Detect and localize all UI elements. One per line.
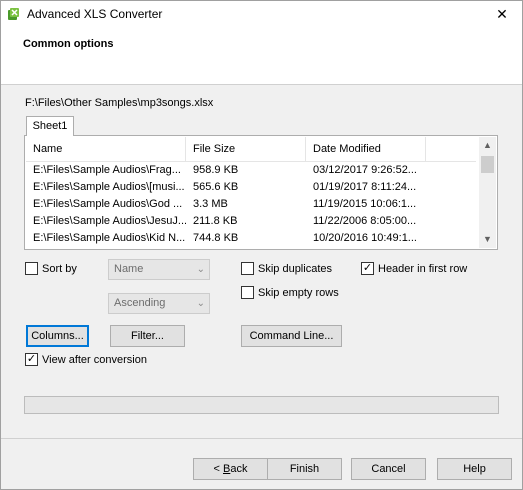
back-button[interactable]: < Back (193, 458, 268, 480)
cell-date: 10/20/2016 10:49:1... (313, 232, 417, 244)
cell-name: E:\Files\Sample Audios\[musi... (33, 181, 185, 193)
vertical-scrollbar[interactable]: ▲ ▼ (479, 137, 496, 248)
table-row[interactable]: E:\Files\Sample Audios\Kid N... 744.8 KB… (26, 230, 476, 247)
table-row[interactable]: E:\Files\Sample Audios\God ... 3.3 MB 11… (26, 196, 476, 213)
column-header-name[interactable]: Name (26, 137, 186, 161)
cell-date: 01/19/2017 8:11:24... (313, 181, 417, 193)
title-bar: Advanced XLS Converter ✕ (1, 1, 522, 28)
footer-divider (1, 438, 522, 439)
cell-size: 565.6 KB (193, 181, 239, 193)
skip-duplicates-checkbox[interactable]: Skip duplicates (241, 262, 332, 275)
app-icon (8, 8, 19, 20)
cell-size: 958.9 KB (193, 164, 239, 176)
wizard-header: Common options (1, 28, 522, 85)
sort-by-label: Sort by (42, 262, 77, 275)
view-after-conversion-checkbox[interactable]: ✓ View after conversion (25, 353, 147, 366)
cell-name: E:\Files\Sample Audios\Kid N... (33, 232, 186, 244)
header-first-row-label: Header in first row (378, 262, 468, 275)
help-button[interactable]: Help (437, 458, 512, 480)
skip-duplicates-check-box[interactable] (241, 262, 254, 275)
sort-by-check-box[interactable] (25, 262, 38, 275)
columns-button[interactable]: Columns... (26, 325, 89, 347)
file-path-label: F:\Files\Other Samples\mp3songs.xlsx (25, 97, 214, 109)
header-first-row-checkbox[interactable]: ✓ Header in first row (361, 262, 467, 275)
sort-order-select[interactable]: Ascending ⌄ (108, 293, 210, 314)
grid-header: Name File Size Date Modified (26, 137, 476, 162)
chevron-down-icon: ⌄ (196, 264, 205, 275)
skip-empty-rows-checkbox[interactable]: Skip empty rows (241, 286, 339, 299)
cell-date: 11/19/2015 10:06:1... (313, 198, 417, 210)
check-icon[interactable]: ✓ (361, 262, 374, 275)
close-icon[interactable]: ✕ (482, 1, 522, 28)
cell-size: 3.3 MB (193, 198, 228, 210)
app-window: Advanced XLS Converter ✕ Common options … (0, 0, 523, 490)
preview-grid[interactable]: Name File Size Date Modified E:\Files\Sa… (26, 137, 476, 248)
page-title: Common options (23, 38, 114, 50)
skip-empty-rows-check-box[interactable] (241, 286, 254, 299)
check-icon[interactable]: ✓ (25, 353, 38, 366)
column-header-date-modified[interactable]: Date Modified (306, 137, 426, 161)
scroll-thumb[interactable] (481, 156, 494, 173)
cell-date: 03/12/2017 9:26:52... (313, 164, 417, 176)
cancel-button[interactable]: Cancel (351, 458, 426, 480)
table-row[interactable]: E:\Files\Sample Audios\Frag... 958.9 KB … (26, 162, 476, 179)
column-header-file-size[interactable]: File Size (186, 137, 306, 161)
command-line-button[interactable]: Command Line... (241, 325, 342, 347)
sort-order-value: Ascending (114, 297, 166, 309)
chevron-down-icon: ⌄ (196, 298, 205, 309)
cell-name: E:\Files\Sample Audios\Frag... (33, 164, 181, 176)
cell-date: 11/22/2006 8:05:00... (313, 215, 417, 227)
cell-name: E:\Files\Sample Audios\God ... (33, 198, 183, 210)
cell-name: E:\Files\Sample Audios\JesuJ... (33, 215, 186, 227)
cell-size: 211.8 KB (193, 215, 238, 227)
sheet-preview-panel: Name File Size Date Modified E:\Files\Sa… (24, 135, 498, 250)
column-header-filler (426, 137, 476, 161)
tab-sheet1[interactable]: Sheet1 (26, 116, 74, 136)
cell-size: 744.8 KB (193, 232, 239, 244)
filter-button[interactable]: Filter... (110, 325, 185, 347)
sort-by-checkbox[interactable]: Sort by (25, 262, 77, 275)
back-button-label: ack (230, 463, 248, 475)
sort-field-select[interactable]: Name ⌄ (108, 259, 210, 280)
view-after-conversion-label: View after conversion (42, 353, 147, 366)
window-title: Advanced XLS Converter (27, 7, 163, 21)
scroll-up-icon[interactable]: ▲ (479, 137, 496, 154)
scroll-down-icon[interactable]: ▼ (479, 231, 496, 248)
sort-field-value: Name (114, 263, 144, 275)
conversion-progress-bar (24, 396, 499, 414)
back-button-prefix: < (213, 463, 223, 475)
skip-duplicates-label: Skip duplicates (258, 262, 332, 275)
table-row[interactable]: E:\Files\Sample Audios\[musi... 565.6 KB… (26, 179, 476, 196)
finish-button[interactable]: Finish (267, 458, 342, 480)
table-row[interactable]: E:\Files\Sample Audios\JesuJ... 211.8 KB… (26, 213, 476, 230)
skip-empty-rows-label: Skip empty rows (258, 286, 339, 299)
